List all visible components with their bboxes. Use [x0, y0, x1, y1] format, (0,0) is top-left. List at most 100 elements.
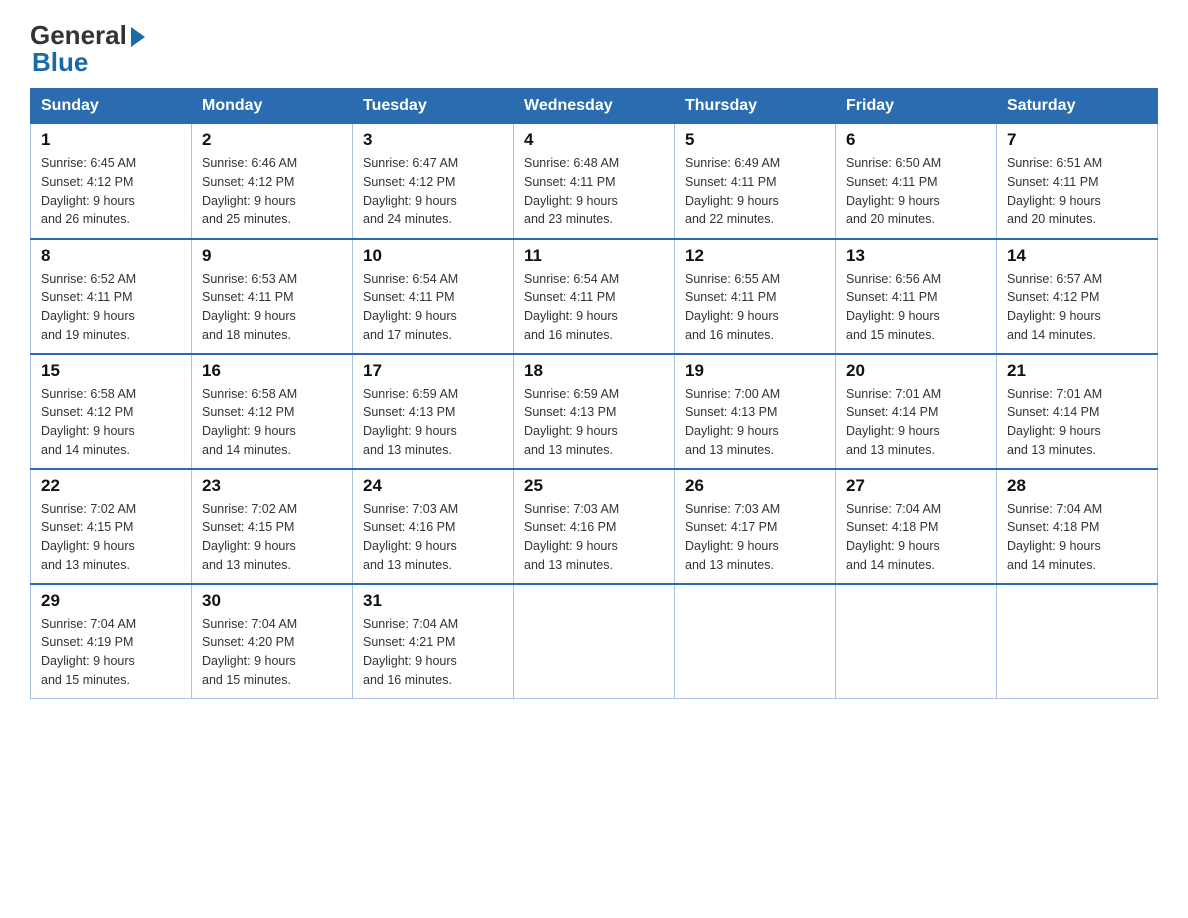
day-info: Sunrise: 7:00 AMSunset: 4:13 PMDaylight:… — [685, 387, 780, 457]
day-number: 16 — [202, 361, 342, 381]
day-info: Sunrise: 6:45 AMSunset: 4:12 PMDaylight:… — [41, 156, 136, 226]
day-info: Sunrise: 7:02 AMSunset: 4:15 PMDaylight:… — [202, 502, 297, 572]
day-number: 30 — [202, 591, 342, 611]
calendar-cell: 7 Sunrise: 6:51 AMSunset: 4:11 PMDayligh… — [997, 124, 1158, 239]
day-number: 28 — [1007, 476, 1147, 496]
calendar-cell: 25 Sunrise: 7:03 AMSunset: 4:16 PMDaylig… — [514, 469, 675, 584]
calendar-cell: 12 Sunrise: 6:55 AMSunset: 4:11 PMDaylig… — [675, 239, 836, 354]
calendar-cell: 28 Sunrise: 7:04 AMSunset: 4:18 PMDaylig… — [997, 469, 1158, 584]
day-number: 4 — [524, 130, 664, 150]
header-friday: Friday — [836, 89, 997, 124]
day-info: Sunrise: 6:58 AMSunset: 4:12 PMDaylight:… — [202, 387, 297, 457]
week-row-5: 29 Sunrise: 7:04 AMSunset: 4:19 PMDaylig… — [31, 584, 1158, 699]
header-monday: Monday — [192, 89, 353, 124]
day-number: 18 — [524, 361, 664, 381]
header-saturday: Saturday — [997, 89, 1158, 124]
week-row-3: 15 Sunrise: 6:58 AMSunset: 4:12 PMDaylig… — [31, 354, 1158, 469]
day-number: 5 — [685, 130, 825, 150]
header-sunday: Sunday — [31, 89, 192, 124]
day-info: Sunrise: 7:04 AMSunset: 4:20 PMDaylight:… — [202, 617, 297, 687]
week-row-1: 1 Sunrise: 6:45 AMSunset: 4:12 PMDayligh… — [31, 124, 1158, 239]
day-info: Sunrise: 7:03 AMSunset: 4:16 PMDaylight:… — [524, 502, 619, 572]
calendar-cell: 21 Sunrise: 7:01 AMSunset: 4:14 PMDaylig… — [997, 354, 1158, 469]
logo: General Blue — [30, 20, 145, 78]
calendar-cell: 10 Sunrise: 6:54 AMSunset: 4:11 PMDaylig… — [353, 239, 514, 354]
day-info: Sunrise: 6:52 AMSunset: 4:11 PMDaylight:… — [41, 272, 136, 342]
day-info: Sunrise: 7:01 AMSunset: 4:14 PMDaylight:… — [1007, 387, 1102, 457]
calendar-cell: 22 Sunrise: 7:02 AMSunset: 4:15 PMDaylig… — [31, 469, 192, 584]
day-info: Sunrise: 6:56 AMSunset: 4:11 PMDaylight:… — [846, 272, 941, 342]
day-info: Sunrise: 6:54 AMSunset: 4:11 PMDaylight:… — [524, 272, 619, 342]
day-number: 12 — [685, 246, 825, 266]
day-number: 6 — [846, 130, 986, 150]
calendar-cell: 29 Sunrise: 7:04 AMSunset: 4:19 PMDaylig… — [31, 584, 192, 699]
calendar-cell: 3 Sunrise: 6:47 AMSunset: 4:12 PMDayligh… — [353, 124, 514, 239]
calendar-cell: 31 Sunrise: 7:04 AMSunset: 4:21 PMDaylig… — [353, 584, 514, 699]
day-number: 24 — [363, 476, 503, 496]
calendar-cell: 11 Sunrise: 6:54 AMSunset: 4:11 PMDaylig… — [514, 239, 675, 354]
calendar-cell: 4 Sunrise: 6:48 AMSunset: 4:11 PMDayligh… — [514, 124, 675, 239]
day-number: 3 — [363, 130, 503, 150]
header-row: Sunday Monday Tuesday Wednesday Thursday… — [31, 89, 1158, 124]
calendar-cell: 13 Sunrise: 6:56 AMSunset: 4:11 PMDaylig… — [836, 239, 997, 354]
calendar-cell — [675, 584, 836, 699]
day-number: 1 — [41, 130, 181, 150]
logo-blue-text: Blue — [32, 47, 88, 78]
week-row-2: 8 Sunrise: 6:52 AMSunset: 4:11 PMDayligh… — [31, 239, 1158, 354]
day-number: 27 — [846, 476, 986, 496]
calendar-cell: 17 Sunrise: 6:59 AMSunset: 4:13 PMDaylig… — [353, 354, 514, 469]
day-info: Sunrise: 6:48 AMSunset: 4:11 PMDaylight:… — [524, 156, 619, 226]
day-info: Sunrise: 6:58 AMSunset: 4:12 PMDaylight:… — [41, 387, 136, 457]
day-info: Sunrise: 7:02 AMSunset: 4:15 PMDaylight:… — [41, 502, 136, 572]
calendar-cell: 14 Sunrise: 6:57 AMSunset: 4:12 PMDaylig… — [997, 239, 1158, 354]
calendar-cell: 6 Sunrise: 6:50 AMSunset: 4:11 PMDayligh… — [836, 124, 997, 239]
calendar-cell: 15 Sunrise: 6:58 AMSunset: 4:12 PMDaylig… — [31, 354, 192, 469]
calendar-cell: 24 Sunrise: 7:03 AMSunset: 4:16 PMDaylig… — [353, 469, 514, 584]
day-info: Sunrise: 6:59 AMSunset: 4:13 PMDaylight:… — [363, 387, 458, 457]
calendar-cell: 2 Sunrise: 6:46 AMSunset: 4:12 PMDayligh… — [192, 124, 353, 239]
day-info: Sunrise: 7:04 AMSunset: 4:19 PMDaylight:… — [41, 617, 136, 687]
day-info: Sunrise: 7:01 AMSunset: 4:14 PMDaylight:… — [846, 387, 941, 457]
calendar-cell: 8 Sunrise: 6:52 AMSunset: 4:11 PMDayligh… — [31, 239, 192, 354]
day-info: Sunrise: 7:04 AMSunset: 4:21 PMDaylight:… — [363, 617, 458, 687]
day-info: Sunrise: 6:46 AMSunset: 4:12 PMDaylight:… — [202, 156, 297, 226]
day-number: 17 — [363, 361, 503, 381]
logo-arrow-icon — [131, 27, 145, 47]
week-row-4: 22 Sunrise: 7:02 AMSunset: 4:15 PMDaylig… — [31, 469, 1158, 584]
calendar-cell: 27 Sunrise: 7:04 AMSunset: 4:18 PMDaylig… — [836, 469, 997, 584]
day-number: 20 — [846, 361, 986, 381]
day-number: 31 — [363, 591, 503, 611]
day-info: Sunrise: 6:59 AMSunset: 4:13 PMDaylight:… — [524, 387, 619, 457]
day-number: 29 — [41, 591, 181, 611]
calendar-cell: 30 Sunrise: 7:04 AMSunset: 4:20 PMDaylig… — [192, 584, 353, 699]
header-thursday: Thursday — [675, 89, 836, 124]
day-number: 23 — [202, 476, 342, 496]
day-number: 11 — [524, 246, 664, 266]
day-number: 25 — [524, 476, 664, 496]
day-number: 26 — [685, 476, 825, 496]
day-info: Sunrise: 6:50 AMSunset: 4:11 PMDaylight:… — [846, 156, 941, 226]
calendar-cell: 9 Sunrise: 6:53 AMSunset: 4:11 PMDayligh… — [192, 239, 353, 354]
day-number: 22 — [41, 476, 181, 496]
calendar-cell: 1 Sunrise: 6:45 AMSunset: 4:12 PMDayligh… — [31, 124, 192, 239]
calendar-cell — [836, 584, 997, 699]
day-number: 15 — [41, 361, 181, 381]
day-number: 8 — [41, 246, 181, 266]
page-header: General Blue — [30, 20, 1158, 78]
day-number: 10 — [363, 246, 503, 266]
calendar-cell: 19 Sunrise: 7:00 AMSunset: 4:13 PMDaylig… — [675, 354, 836, 469]
day-info: Sunrise: 7:04 AMSunset: 4:18 PMDaylight:… — [1007, 502, 1102, 572]
calendar-cell: 23 Sunrise: 7:02 AMSunset: 4:15 PMDaylig… — [192, 469, 353, 584]
day-info: Sunrise: 7:04 AMSunset: 4:18 PMDaylight:… — [846, 502, 941, 572]
calendar-cell: 20 Sunrise: 7:01 AMSunset: 4:14 PMDaylig… — [836, 354, 997, 469]
day-info: Sunrise: 7:03 AMSunset: 4:16 PMDaylight:… — [363, 502, 458, 572]
calendar-cell: 26 Sunrise: 7:03 AMSunset: 4:17 PMDaylig… — [675, 469, 836, 584]
day-info: Sunrise: 6:57 AMSunset: 4:12 PMDaylight:… — [1007, 272, 1102, 342]
header-tuesday: Tuesday — [353, 89, 514, 124]
day-number: 14 — [1007, 246, 1147, 266]
day-info: Sunrise: 6:51 AMSunset: 4:11 PMDaylight:… — [1007, 156, 1102, 226]
calendar-cell: 16 Sunrise: 6:58 AMSunset: 4:12 PMDaylig… — [192, 354, 353, 469]
calendar-cell — [997, 584, 1158, 699]
day-info: Sunrise: 7:03 AMSunset: 4:17 PMDaylight:… — [685, 502, 780, 572]
day-number: 7 — [1007, 130, 1147, 150]
